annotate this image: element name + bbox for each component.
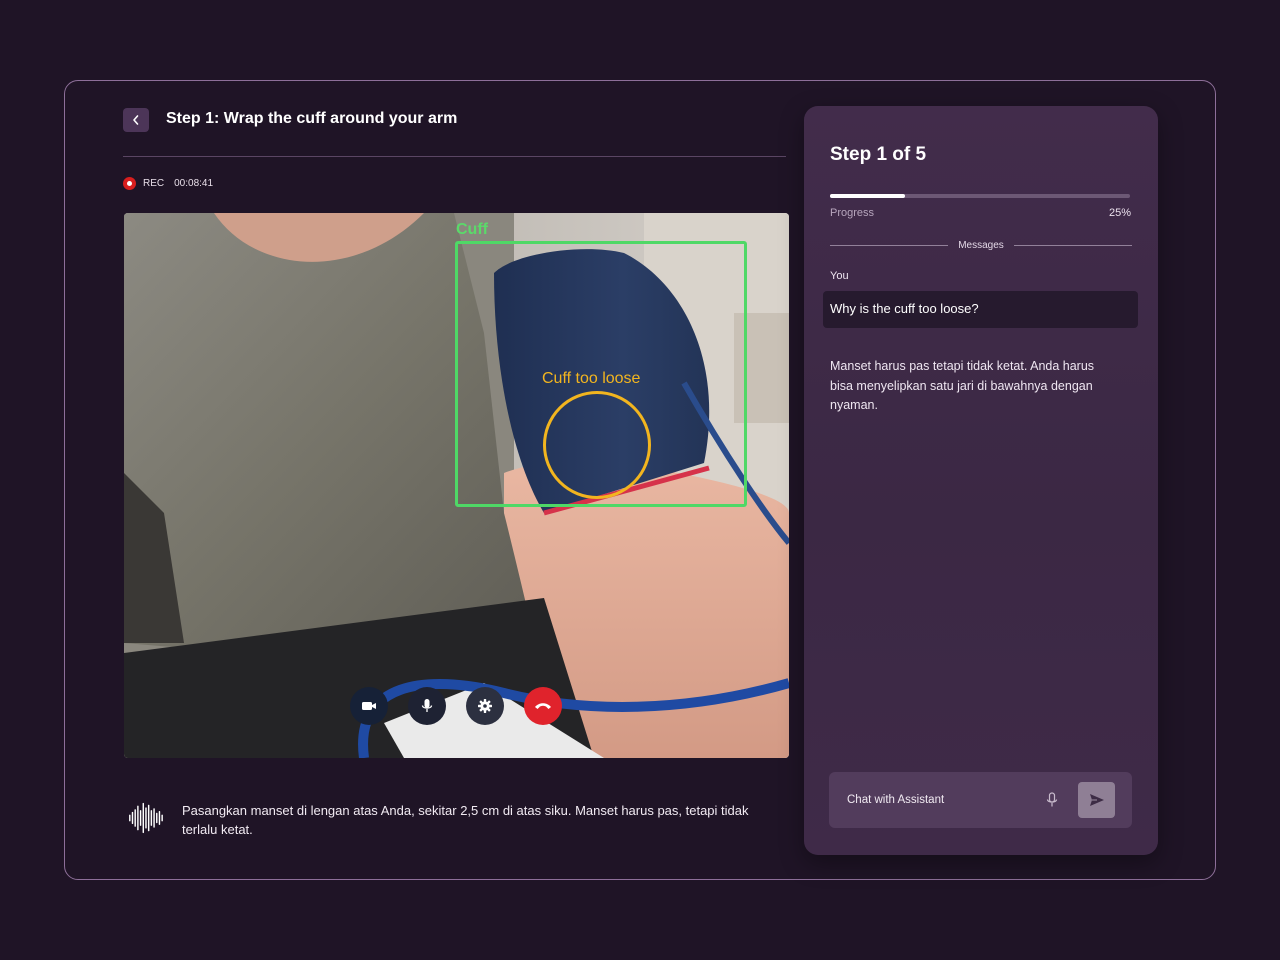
settings-button[interactable]	[466, 687, 504, 725]
recording-indicator: REC 00:08:41	[123, 177, 213, 190]
record-dot-icon	[123, 177, 136, 190]
chat-input[interactable]	[829, 772, 1042, 828]
detection-label-warning: Cuff too loose	[542, 370, 641, 387]
messages-label: Messages	[958, 239, 1004, 251]
messages-divider: Messages	[830, 238, 1133, 252]
microphone-icon	[1046, 792, 1058, 807]
camera-icon	[362, 702, 376, 710]
camera-button[interactable]	[350, 687, 388, 725]
end-call-icon	[535, 703, 551, 709]
caption-text: Pasangkan manset di lengan atas Anda, se…	[181, 803, 749, 837]
divider-line	[830, 244, 949, 246]
detection-label-cuff: Cuff	[456, 221, 488, 238]
microphone-icon	[421, 699, 433, 712]
camera-feed: Cuff Cuff too loose	[124, 213, 789, 758]
divider-line	[1013, 244, 1133, 246]
send-button[interactable]	[1078, 782, 1115, 818]
user-message: Why is the cuff too loose?	[823, 291, 1138, 328]
message-sender: You	[830, 270, 849, 282]
voice-input-button[interactable]	[1042, 790, 1062, 810]
loose-cuff-highlight	[543, 391, 651, 499]
rec-label: REC	[143, 178, 165, 189]
progress-value: 25%	[1108, 207, 1131, 219]
step-counter: Step 1 of 5	[830, 144, 927, 165]
title-divider	[123, 156, 786, 157]
end-call-button[interactable]	[524, 687, 562, 725]
rec-time: 00:08:41	[174, 178, 214, 189]
page-title: Step 1: Wrap the cuff around your arm	[166, 110, 458, 127]
chat-input-bar	[829, 772, 1132, 828]
microphone-button[interactable]	[408, 687, 446, 725]
settings-icon	[478, 699, 492, 713]
send-icon	[1089, 794, 1104, 806]
call-controls	[350, 687, 562, 725]
audio-waveform-icon	[129, 802, 163, 834]
progress-bar-fill	[830, 194, 905, 198]
instruction-caption: Pasangkan manset di lengan atas Anda, se…	[128, 800, 758, 839]
back-button[interactable]	[123, 108, 149, 132]
assistant-panel: Step 1 of 5 Progress 25% Messages You Wh…	[804, 106, 1158, 855]
progress-bar	[830, 194, 1130, 198]
assistant-message: Manset harus pas tetapi tidak ketat. And…	[830, 359, 1095, 412]
progress-label: Progress	[830, 207, 875, 219]
chevron-left-icon	[133, 115, 139, 125]
